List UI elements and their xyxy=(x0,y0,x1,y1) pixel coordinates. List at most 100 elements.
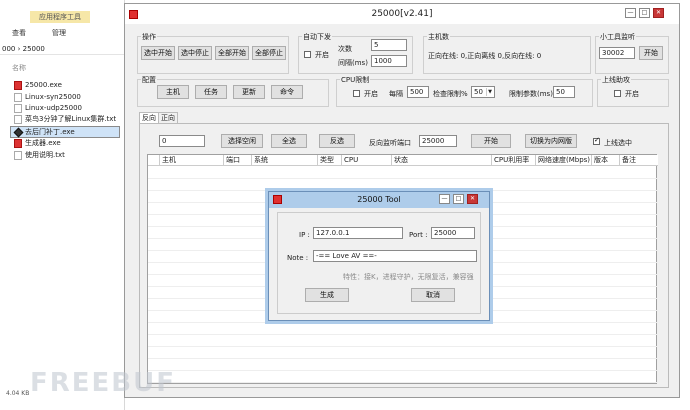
cpu-group-label: CPU限制 xyxy=(340,75,371,85)
table-header: 主机 端口 系统 类型 CPU 状态 CPU利用率 网络速度(Mbps) 版本 … xyxy=(148,155,658,166)
cpu-limit-label: 限制参数(ms) xyxy=(509,90,553,98)
note-label: Note : xyxy=(287,254,309,262)
watermark: FREEBUF xyxy=(30,368,176,398)
auto-enable-checkbox[interactable] xyxy=(304,51,311,58)
tab-reverse[interactable]: 反向 xyxy=(139,112,159,123)
list-item[interactable]: 菜鸟3分钟了解Linux集群.txt xyxy=(14,114,116,125)
table-row xyxy=(148,322,658,323)
tab-manage[interactable]: 管理 xyxy=(52,28,66,38)
table-row xyxy=(148,346,658,347)
switch-intranet-button[interactable]: 切换为内网版 xyxy=(525,134,577,148)
list-item[interactable]: Linux-udp25000 xyxy=(14,103,82,114)
column-header-cpu[interactable]: CPU xyxy=(342,155,392,166)
listen-port-input[interactable]: 25000 xyxy=(419,135,457,147)
cpu-enable-checkbox[interactable] xyxy=(353,90,360,97)
file-name: 25000.exe xyxy=(25,81,62,89)
dialog-title-bar[interactable]: 25000 Tool — □ ✕ xyxy=(269,192,489,208)
task-button[interactable]: 任务 xyxy=(195,85,227,99)
exe-file-icon xyxy=(14,138,22,148)
stop-selected-button[interactable]: 选中停止 xyxy=(178,46,212,60)
command-button[interactable]: 命令 xyxy=(271,85,303,99)
tab-forward[interactable]: 正向 xyxy=(158,112,178,123)
title-bar[interactable]: 25000[v2.41] — □ ✕ xyxy=(125,4,679,24)
column-header-port[interactable]: 端口 xyxy=(224,155,252,166)
column-header-status[interactable]: 状态 xyxy=(392,155,492,166)
column-header-type[interactable]: 类型 xyxy=(318,155,342,166)
maximize-icon[interactable]: □ xyxy=(639,8,650,18)
auto-enable-label: 开启 xyxy=(315,51,329,59)
monitor-port-input[interactable]: 30002 xyxy=(599,47,635,59)
column-header-version[interactable]: 版本 xyxy=(592,155,620,166)
note-input[interactable]: -== Love AV ==- xyxy=(313,250,477,262)
online-select-checkbox[interactable] xyxy=(593,136,600,145)
select-all-button[interactable]: 全选 xyxy=(271,134,307,148)
minimize-icon[interactable]: — xyxy=(439,194,450,204)
tab-view[interactable]: 查看 xyxy=(12,28,26,38)
assist-enable-label: 开启 xyxy=(625,90,639,98)
listen-start-button[interactable]: 开始 xyxy=(471,134,511,148)
listen-port-label: 反向监听端口 xyxy=(369,139,411,147)
count-label: 次数 xyxy=(338,45,352,53)
port-input[interactable]: 25000 xyxy=(431,227,475,239)
assist-enable-checkbox[interactable] xyxy=(614,90,621,97)
tool-dialog: 25000 Tool — □ ✕ IP : 127.0.0.1 Port : 2… xyxy=(268,191,490,321)
ip-input[interactable]: 127.0.0.1 xyxy=(313,227,403,239)
exe-file-icon xyxy=(14,80,22,90)
cpu-enable-label: 开启 xyxy=(364,90,378,98)
monitor-start-button[interactable]: 开始 xyxy=(639,46,663,60)
chevron-down-icon: ▼ xyxy=(486,88,493,96)
cpu-every-input[interactable]: 500 xyxy=(407,86,429,98)
cpu-limit-input[interactable]: 50 xyxy=(553,86,575,98)
column-header-os[interactable]: 系统 xyxy=(252,155,318,166)
hosts-group-label: 主机数 xyxy=(427,32,450,42)
select-empty-button[interactable]: 选择空闲 xyxy=(221,134,263,148)
invert-selection-button[interactable]: 反选 xyxy=(319,134,355,148)
config-group-label: 配置 xyxy=(141,75,157,85)
update-button[interactable]: 更新 xyxy=(233,85,265,99)
close-icon[interactable]: ✕ xyxy=(467,194,478,204)
count-input[interactable]: 5 xyxy=(371,39,407,51)
minimize-icon[interactable]: — xyxy=(625,8,636,18)
ribbon-context-label: 应用程序工具 xyxy=(30,11,90,23)
features-text: 特性：接K，进程守护，无限复活，兼容强 xyxy=(343,273,474,281)
list-item[interactable]: Linux-syn25000 xyxy=(14,92,81,103)
file-icon xyxy=(14,92,22,102)
start-all-button[interactable]: 全部开始 xyxy=(215,46,249,60)
column-header-host[interactable]: 主机 xyxy=(160,155,224,166)
address-bar[interactable]: 000 › 25000 xyxy=(0,43,125,55)
maximize-icon[interactable]: □ xyxy=(453,194,464,204)
cpu-check-value: 50 xyxy=(474,88,483,96)
file-name: 菜鸟3分钟了解Linux集群.txt xyxy=(25,115,117,123)
table-row xyxy=(148,358,658,359)
interval-input[interactable]: 1000 xyxy=(371,55,407,67)
column-header-cpu-usage[interactable]: CPU利用率 xyxy=(492,155,536,166)
patch-file-icon xyxy=(13,127,24,137)
toolbar-input[interactable]: 0 xyxy=(159,135,205,147)
file-explorer: 应用程序工具 查看 管理 000 › 25000 名称 25000.exe Li… xyxy=(0,0,125,410)
column-header-note[interactable]: 备注 xyxy=(620,155,658,166)
close-icon[interactable]: ✕ xyxy=(653,8,664,18)
cpu-every-label: 每隔 xyxy=(389,90,403,98)
cancel-button[interactable]: 取消 xyxy=(411,288,455,302)
generate-button[interactable]: 生成 xyxy=(305,288,349,302)
hosts-status: 正向在线: 0,正向离线 0,反向在线: 0 xyxy=(428,52,542,60)
list-item[interactable]: 生成器.exe xyxy=(14,138,61,149)
file-icon xyxy=(14,150,22,160)
column-header-net-speed[interactable]: 网络速度(Mbps) xyxy=(536,155,592,166)
stop-all-button[interactable]: 全部停止 xyxy=(252,46,286,60)
ip-label: IP : xyxy=(299,231,310,239)
column-header-blank xyxy=(148,155,160,166)
list-item[interactable]: 去后门补丁.exe xyxy=(10,126,120,138)
table-row xyxy=(148,370,658,371)
host-button[interactable]: 主机 xyxy=(157,85,189,99)
column-header-name[interactable]: 名称 xyxy=(12,63,26,73)
file-name: Linux-syn25000 xyxy=(25,93,81,101)
list-item[interactable]: 25000.exe xyxy=(14,80,62,91)
list-item[interactable]: 使用说明.txt xyxy=(14,150,65,161)
assist-group-label: 上线助攻 xyxy=(601,75,631,85)
port-label: Port : xyxy=(409,231,428,239)
cpu-check-select[interactable]: 50 ▼ xyxy=(471,86,495,98)
file-icon xyxy=(14,114,22,124)
start-selected-button[interactable]: 选中开始 xyxy=(141,46,175,60)
file-name: 使用说明.txt xyxy=(25,151,65,159)
